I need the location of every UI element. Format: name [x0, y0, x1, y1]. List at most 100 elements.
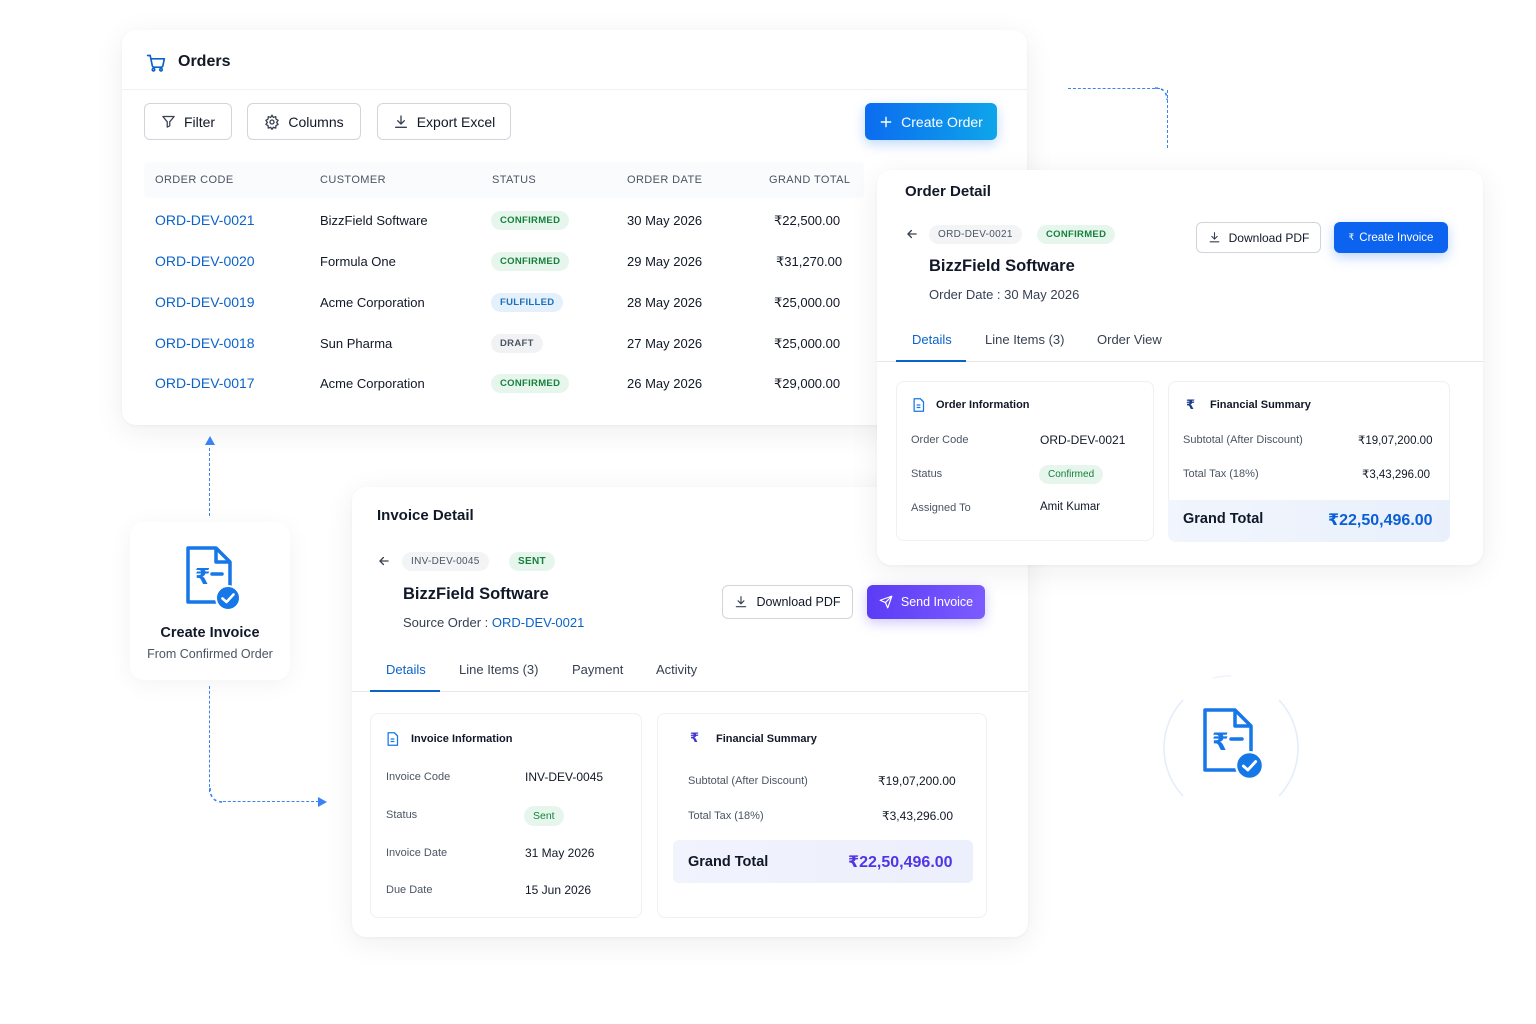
invoice-detail-title: Invoice Detail: [377, 507, 474, 524]
arrow-left-icon[interactable]: [377, 554, 391, 573]
arrow-up-icon: [205, 436, 215, 445]
invoice-date-value: 31 May 2026: [525, 846, 595, 860]
order-date-cell: 27 May 2026: [627, 336, 703, 351]
grand-total-cell: ₹22,500.00: [774, 213, 841, 228]
column-header-customer[interactable]: CUSTOMER: [320, 174, 386, 186]
rupee-icon: ₹: [690, 730, 700, 745]
order-code-link[interactable]: ORD-DEV-0020: [155, 253, 255, 269]
tabs-divider: [877, 361, 1483, 362]
invoice-grand-total-value: ₹22,50,496.00: [848, 854, 953, 871]
check-badge-icon: [1235, 751, 1264, 785]
tabs-divider: [352, 691, 1028, 692]
order-information-title: Order Information: [936, 399, 1030, 411]
order-status-value: Confirmed: [1039, 465, 1104, 484]
order-code-link[interactable]: ORD-DEV-0021: [155, 212, 255, 228]
invoice-tax-value: ₹3,43,296.00: [882, 809, 954, 823]
filter-icon: [162, 115, 175, 128]
order-date-cell: 29 May 2026: [627, 254, 703, 269]
order-tax-value: ₹3,43,296.00: [1362, 469, 1431, 481]
order-tax-label: Total Tax (18%): [1183, 468, 1259, 480]
due-date-label: Due Date: [386, 884, 433, 896]
invoice-date-label: Invoice Date: [386, 847, 448, 859]
download-pdf-label: Download PDF: [756, 595, 841, 609]
invoice-code-value: INV-DEV-0045: [525, 770, 604, 784]
tab-details[interactable]: Details: [912, 332, 952, 347]
export-excel-button[interactable]: Export Excel: [377, 103, 511, 140]
svg-text:₹: ₹: [1212, 728, 1229, 756]
plus-icon: [880, 116, 892, 127]
document-icon: [911, 397, 926, 418]
send-icon: [879, 595, 893, 609]
column-header-grand-total[interactable]: GRAND TOTAL: [769, 174, 850, 186]
download-pdf-button[interactable]: Download PDF: [722, 585, 853, 619]
order-grand-total-label: Grand Total: [1183, 511, 1264, 527]
due-date-value: 15 Jun 2026: [525, 883, 592, 897]
columns-button[interactable]: Columns: [247, 103, 361, 140]
invoice-subtotal-label: Subtotal (After Discount): [688, 775, 808, 787]
column-header-order-code[interactable]: ORDER CODE: [155, 174, 234, 186]
invoice-information-title: Invoice Information: [411, 733, 513, 745]
connector-corner: [1155, 87, 1168, 100]
download-pdf-button[interactable]: Download PDF: [1196, 222, 1321, 253]
tab-details[interactable]: Details: [386, 662, 426, 677]
invoice-subtotal-value: ₹19,07,200.00: [878, 774, 956, 788]
customer-cell: Formula One: [320, 254, 396, 269]
grand-total-cell: ₹31,270.00: [776, 254, 843, 269]
invoice-status-badge: SENT: [509, 552, 555, 571]
invoice-customer-name: BizzField Software: [403, 585, 549, 603]
order-subtotal-label: Subtotal (After Discount): [1183, 434, 1303, 446]
column-header-order-date[interactable]: ORDER DATE: [627, 174, 702, 186]
order-grand-total-value: ₹22,50,496.00: [1328, 512, 1433, 529]
order-code-link[interactable]: ORD-DEV-0017: [155, 375, 255, 391]
columns-label: Columns: [288, 113, 344, 130]
invoice-status-label: Status: [386, 809, 418, 821]
gear-icon: [265, 113, 280, 130]
order-code-value: ORD-DEV-0021: [1040, 433, 1126, 447]
download-icon: [1209, 232, 1220, 243]
download-pdf-label: Download PDF: [1228, 230, 1310, 245]
document-icon: [385, 731, 400, 752]
column-header-status[interactable]: STATUS: [492, 174, 536, 186]
tab-payment[interactable]: Payment: [572, 662, 623, 677]
divider: [122, 89, 1027, 90]
create-invoice-title: Create Invoice: [160, 625, 260, 641]
connector-line: [209, 448, 210, 516]
order-detail-title: Order Detail: [905, 183, 991, 200]
order-code-link[interactable]: ORD-DEV-0019: [155, 294, 255, 310]
order-financial-summary-title: Financial Summary: [1210, 399, 1311, 411]
tab-order-view[interactable]: Order View: [1097, 332, 1162, 347]
customer-cell: Acme Corporation: [320, 295, 425, 310]
order-code-link[interactable]: ORD-DEV-0018: [155, 335, 255, 351]
tab-line-items[interactable]: Line Items (3): [459, 662, 538, 677]
rupee-icon: ₹: [1348, 232, 1355, 242]
order-date-line: Order Date : 30 May 2026: [929, 287, 1080, 302]
order-date-cell: 28 May 2026: [627, 295, 703, 310]
order-code-label: Order Code: [911, 434, 969, 446]
svg-text:₹: ₹: [195, 565, 210, 590]
send-invoice-label: Send Invoice: [900, 595, 974, 609]
create-invoice-button[interactable]: ₹ Create Invoice: [1334, 222, 1448, 253]
arrow-left-icon[interactable]: [905, 227, 919, 246]
filter-button[interactable]: Filter: [144, 103, 232, 140]
assigned-to-label: Assigned To: [911, 502, 971, 514]
create-invoice-subtitle: From Confirmed Order: [147, 647, 273, 661]
order-subtotal-value: ₹19,07,200.00: [1358, 435, 1433, 447]
invoice-status-value: Sent: [524, 806, 564, 826]
order-status-badge: CONFIRMED: [1037, 225, 1116, 244]
download-icon: [736, 596, 747, 608]
source-order-link[interactable]: ORD-DEV-0021: [492, 615, 584, 630]
customer-cell: BizzField Software: [320, 213, 428, 228]
connector-corner: [209, 788, 223, 803]
create-order-button[interactable]: Create Order: [865, 103, 997, 140]
tab-line-items[interactable]: Line Items (3): [985, 332, 1064, 347]
create-order-label: Create Order: [901, 113, 983, 130]
rupee-icon: ₹: [1186, 397, 1196, 412]
orders-title: Orders: [178, 53, 231, 70]
tab-activity[interactable]: Activity: [656, 662, 697, 677]
send-invoice-button[interactable]: Send Invoice: [867, 585, 985, 619]
assigned-to-value: Amit Kumar: [1040, 501, 1101, 513]
connector-line: [1068, 88, 1160, 89]
order-date-cell: 30 May 2026: [627, 213, 703, 228]
order-customer-name: BizzField Software: [929, 257, 1075, 275]
invoice-tax-label: Total Tax (18%): [688, 810, 764, 822]
